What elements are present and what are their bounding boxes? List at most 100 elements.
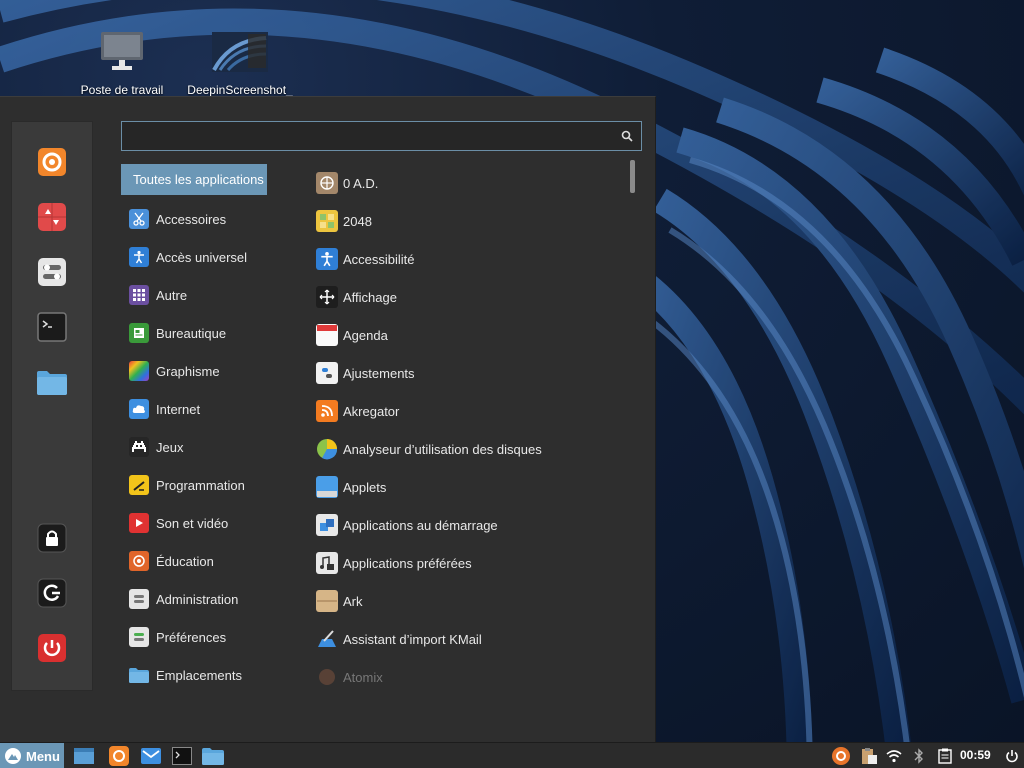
app-label: Applications au démarrage [343,517,498,533]
mint-logo-icon [5,748,21,764]
notes-icon[interactable] [936,746,954,766]
category-label: Toutes les applications [133,172,264,187]
lock-icon[interactable] [36,522,68,554]
preferences-icon [129,627,149,647]
menu-button-label: Menu [26,748,60,764]
desktop-icon-computer[interactable]: Poste de travail [67,30,177,97]
app-label: 0 A.D. [343,175,379,191]
category-all[interactable]: Toutes les applications [121,164,267,195]
category-internet[interactable]: Internet [121,390,311,428]
terminal-icon[interactable] [36,311,68,343]
app-label: Atomix [343,669,383,685]
app-label: Accessibilité [343,251,415,267]
app-label: Ark [343,593,363,609]
accessibility-icon [129,247,149,267]
programming-icon [129,475,149,495]
category-label: Emplacements [156,667,242,683]
app-label: Assistant d’import KMail [343,631,482,647]
power-icon[interactable] [36,632,68,664]
category-programmation[interactable]: Programmation [121,466,311,504]
desktop-icon-screenshot[interactable]: DeepinScreenshot_ [185,30,295,97]
calendar-icon [316,324,338,346]
software-manager-icon[interactable] [36,201,68,233]
category-graphisme[interactable]: Graphisme [121,352,311,390]
bluetooth-icon[interactable] [910,746,928,766]
archive-icon [316,590,338,612]
desktop-icon-label: Poste de travail [80,83,164,97]
logout-icon[interactable] [36,577,68,609]
show-desktop-icon[interactable] [73,745,95,767]
search-input[interactable] [130,125,614,149]
settings-icon[interactable] [36,256,68,288]
search-icon [621,130,633,145]
app-item[interactable]: Assistant d’import KMail [309,620,629,658]
category-accessoires[interactable]: Accessoires [121,200,311,238]
category-autre[interactable]: Autre [121,276,311,314]
app-item[interactable]: Akregator [309,392,629,430]
app-label: Affichage [343,289,397,305]
category-label: Internet [156,401,201,417]
app-item[interactable]: Analyseur d’utilisation des disques [309,430,629,468]
category-bureautique[interactable]: Bureautique [121,314,311,352]
scrollbar-thumb[interactable] [630,160,635,193]
category-list: Toutes les applications Accessoires Accè… [121,164,311,694]
cloud-icon [129,399,149,419]
category-label: Accès universel [156,249,248,265]
category-label: Autre [156,287,188,303]
update-manager-icon[interactable] [830,746,852,766]
app-item[interactable]: Affichage [309,278,629,316]
terminal-icon[interactable] [171,745,193,767]
app-label: Applets [343,479,387,495]
category-label: Programmation [156,477,245,493]
folder-icon[interactable] [202,745,224,767]
menu-button[interactable]: Menu [0,743,64,768]
app-item[interactable]: 2048 [309,202,629,240]
2048-icon [316,210,338,232]
firefox-icon[interactable] [108,745,130,767]
graphics-icon [129,361,149,381]
disk-usage-icon [316,438,338,460]
app-item[interactable]: Ark [309,582,629,620]
category-label: Jeux [156,439,184,455]
desktop-icon-label: DeepinScreenshot_ [187,83,293,97]
app-item[interactable]: Applications au démarrage [309,506,629,544]
category-label: Éducation [156,553,214,569]
atomix-icon [316,666,338,688]
image-file-icon [185,30,295,77]
clock[interactable]: 00:59 [960,748,991,762]
app-label: Analyseur d’utilisation des disques [343,441,542,457]
firefox-icon[interactable] [36,146,68,178]
search-box[interactable] [121,121,642,151]
app-item[interactable]: Atomix [309,658,629,696]
startup-apps-icon [316,514,338,536]
admin-icon [129,589,149,609]
app-item[interactable]: Ajustements [309,354,629,392]
category-emplacements[interactable]: Emplacements [121,656,311,694]
category-education[interactable]: Éducation [121,542,311,580]
accessibility-icon [316,248,338,270]
category-acces-universel[interactable]: Accès universel [121,238,311,276]
category-son-video[interactable]: Son et vidéo [121,504,311,542]
category-label: Bureautique [156,325,227,341]
category-jeux[interactable]: Jeux [121,428,311,466]
category-label: Son et vidéo [156,515,229,531]
app-label: 2048 [343,213,372,229]
taskbar: Menu 00:59 [0,742,1024,768]
app-item[interactable]: Applets [309,468,629,506]
application-menu: Toutes les applications Accessoires Accè… [0,96,656,743]
app-item[interactable]: Accessibilité [309,240,629,278]
clipboard-icon[interactable] [858,746,880,766]
power-status-icon[interactable] [1002,746,1022,766]
0ad-icon [316,172,338,194]
category-preferences[interactable]: Préférences [121,618,311,656]
app-item[interactable]: Agenda [309,316,629,354]
wifi-icon[interactable] [884,746,904,766]
app-item[interactable]: 0 A.D. [309,164,629,202]
category-label: Administration [156,591,239,607]
folder-icon[interactable] [36,366,68,398]
app-item[interactable]: Applications préférées [309,544,629,582]
category-administration[interactable]: Administration [121,580,311,618]
education-icon [129,551,149,571]
mail-icon[interactable] [140,745,162,767]
game-icon [129,437,149,457]
